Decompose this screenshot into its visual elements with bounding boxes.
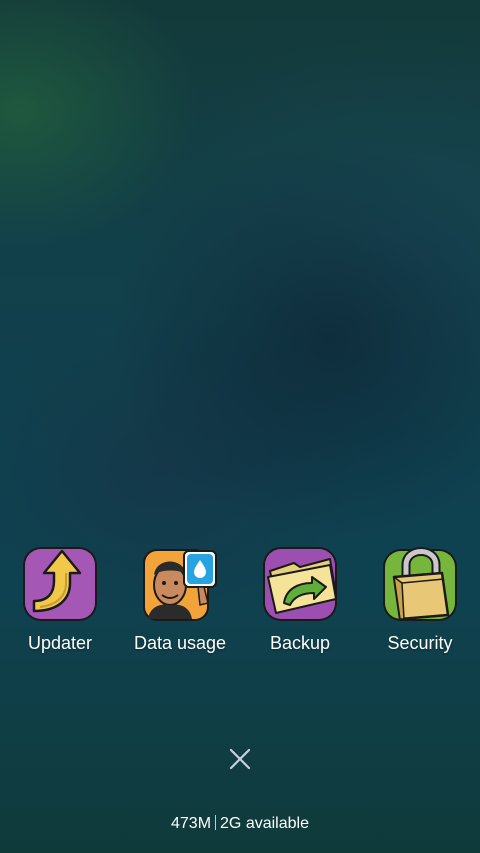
app-label-updater: Updater xyxy=(27,633,93,653)
data-usage-icon xyxy=(143,549,217,621)
updater-arrow-icon xyxy=(23,547,97,621)
app-label-backup: Backup xyxy=(269,633,331,653)
app-updater[interactable]: Updater xyxy=(0,543,120,654)
storage-separator xyxy=(215,815,217,830)
app-label-security: Security xyxy=(387,633,453,653)
close-icon[interactable] xyxy=(225,744,255,774)
quick-apps-row: Updater Data usage Backup Security xyxy=(0,543,480,663)
app-label-data-usage: Data usage xyxy=(133,633,227,653)
storage-free: 473M xyxy=(171,815,212,832)
backup-folder-icon xyxy=(263,547,337,621)
storage-total: 2G available xyxy=(220,815,309,832)
app-backup[interactable]: Backup xyxy=(240,543,360,654)
app-data-usage[interactable]: Data usage xyxy=(120,543,240,654)
storage-info: 473M 2G available xyxy=(0,815,480,833)
app-security[interactable]: Security xyxy=(360,543,480,654)
security-lock-icon xyxy=(383,547,457,621)
